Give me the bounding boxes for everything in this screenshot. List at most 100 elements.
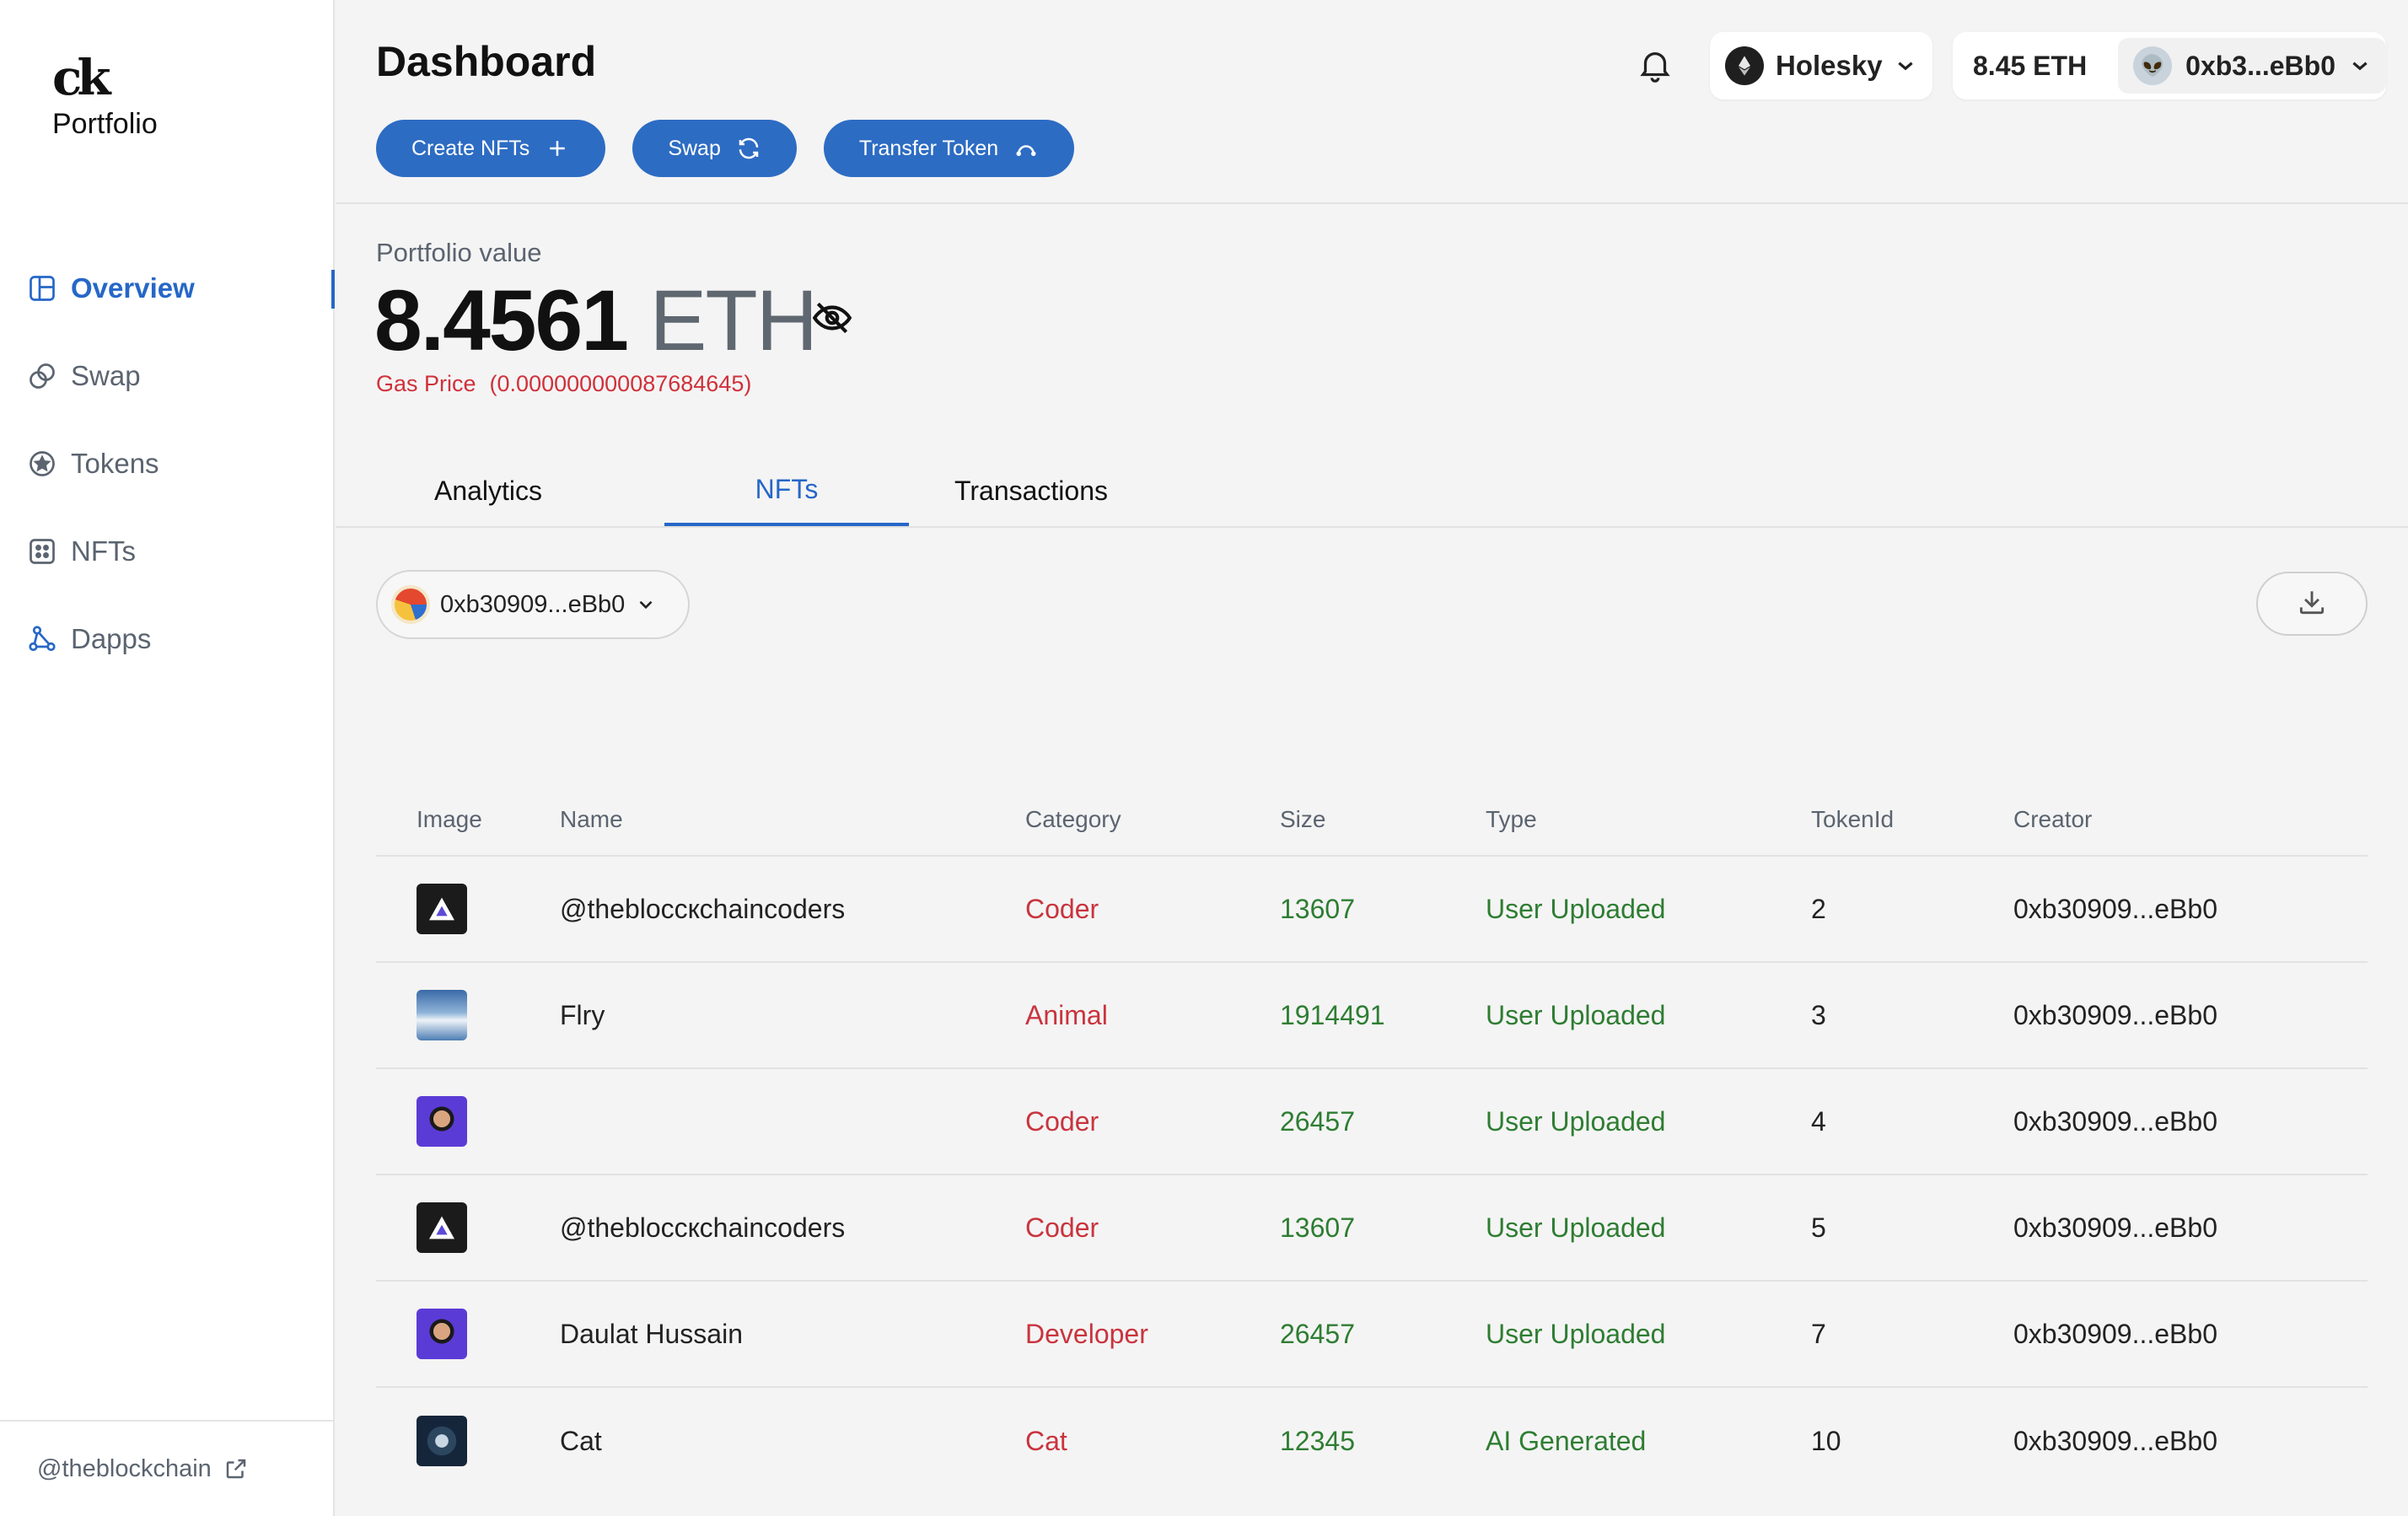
sidebar-item-nfts[interactable]: NFTs bbox=[0, 508, 335, 595]
grid-dots-icon bbox=[27, 536, 57, 567]
tab-analytics[interactable]: Analytics bbox=[336, 455, 664, 526]
column-header-size: Size bbox=[1280, 806, 1326, 832]
notification-bell-icon[interactable] bbox=[1636, 46, 1674, 84]
nft-token-id: 4 bbox=[1811, 1105, 1826, 1137]
tabs-divider bbox=[336, 526, 2408, 528]
nft-image-cell bbox=[376, 1202, 560, 1253]
nft-image-cell bbox=[376, 1416, 560, 1466]
nft-token-id: 5 bbox=[1811, 1212, 1826, 1243]
sidebar-item-tokens[interactable]: Tokens bbox=[0, 420, 335, 508]
column-header-tokenid: TokenId bbox=[1811, 806, 1895, 832]
nft-name: Cat bbox=[560, 1425, 602, 1456]
layout-icon bbox=[27, 273, 57, 304]
nft-creator: 0xb30909...eBb0 bbox=[2013, 1318, 2217, 1349]
chevron-down-icon bbox=[635, 594, 657, 616]
column-header-name: Name bbox=[560, 806, 623, 832]
nft-image-cell bbox=[376, 884, 560, 934]
network-selector[interactable]: Holesky bbox=[1710, 32, 1932, 99]
nft-thumbnail bbox=[417, 1416, 467, 1466]
sidebar-item-swap[interactable]: Swap bbox=[0, 332, 335, 420]
swap-button[interactable]: Swap bbox=[632, 120, 797, 177]
table-row[interactable]: @thebloccкchaincoders Coder 13607 User U… bbox=[376, 857, 2368, 963]
sidebar-item-label: Overview bbox=[71, 272, 195, 304]
nft-name: Flry bbox=[560, 999, 605, 1030]
sidebar-item-label: Swap bbox=[71, 360, 141, 391]
nft-token-id: 2 bbox=[1811, 893, 1826, 924]
brand-name: Portfolio bbox=[52, 108, 158, 140]
nft-category: Coder bbox=[1025, 893, 1099, 924]
download-icon bbox=[2296, 586, 2328, 622]
nft-category: Animal bbox=[1025, 999, 1108, 1030]
sidebar-footer-link[interactable]: @theblockchain bbox=[0, 1420, 335, 1516]
footer-link-label: @theblockchain bbox=[37, 1454, 212, 1482]
nft-creator: 0xb30909...eBb0 bbox=[2013, 893, 2217, 924]
ethereum-icon bbox=[1725, 46, 1764, 85]
gas-label: Gas Price bbox=[376, 371, 476, 396]
nft-category: Cat bbox=[1025, 1425, 1067, 1456]
tab-transactions[interactable]: Transactions bbox=[909, 455, 1153, 526]
nft-creator: 0xb30909...eBb0 bbox=[2013, 1425, 2217, 1456]
nft-category: Developer bbox=[1025, 1318, 1148, 1349]
nft-image-cell bbox=[376, 1096, 560, 1147]
tab-nfts[interactable]: NFTs bbox=[664, 455, 909, 526]
nft-creator: 0xb30909...eBb0 bbox=[2013, 999, 2217, 1030]
portfolio-amount: 8.4561 bbox=[374, 272, 629, 368]
table-row[interactable]: Flry Animal 1914491 User Uploaded 3 0xb3… bbox=[376, 963, 2368, 1069]
wallet-address-button[interactable]: 👽 0xb3...eBb0 bbox=[2118, 38, 2386, 94]
wallet-balance: 8.45 ETH bbox=[1973, 50, 2088, 81]
table-row[interactable]: Cat Cat 12345 AI Generated 10 0xb30909..… bbox=[376, 1388, 2368, 1494]
sidebar-item-label: Tokens bbox=[71, 448, 159, 479]
nft-type: User Uploaded bbox=[1486, 1318, 1666, 1349]
table-row[interactable]: Daulat Hussain Developer 26457 User Uplo… bbox=[376, 1282, 2368, 1388]
network-name: Holesky bbox=[1776, 50, 1883, 81]
address-filter-value: 0xb30909...eBb0 bbox=[440, 590, 626, 618]
nft-size: 13607 bbox=[1280, 1212, 1355, 1243]
nft-thumbnail bbox=[417, 1309, 467, 1359]
create-nfts-button[interactable]: Create NFTs bbox=[376, 120, 606, 177]
transfer-token-button[interactable]: Transfer Token bbox=[823, 120, 1075, 177]
column-header-category: Category bbox=[1025, 806, 1121, 832]
transfer-token-label: Transfer Token bbox=[858, 136, 999, 160]
tab-bar: Analytics NFTs Transactions bbox=[336, 455, 1153, 526]
alien-avatar-icon: 👽 bbox=[2133, 46, 2173, 85]
nft-size: 26457 bbox=[1280, 1318, 1355, 1349]
swap-label: Swap bbox=[668, 136, 721, 160]
network-icon bbox=[27, 624, 57, 654]
star-circle-icon bbox=[27, 449, 57, 479]
table-row[interactable]: Coder 26457 User Uploaded 4 0xb30909...e… bbox=[376, 1069, 2368, 1175]
nft-image-cell bbox=[376, 990, 560, 1040]
nft-token-id: 10 bbox=[1811, 1425, 1841, 1456]
nft-category: Coder bbox=[1025, 1105, 1099, 1137]
wallet-address: 0xb3...eBb0 bbox=[2185, 50, 2335, 81]
sidebar-item-overview[interactable]: Overview bbox=[0, 245, 335, 332]
nft-creator: 0xb30909...eBb0 bbox=[2013, 1212, 2217, 1243]
nft-size: 26457 bbox=[1280, 1105, 1355, 1137]
wallet-menu[interactable]: 8.45 ETH 👽 0xb3...eBb0 bbox=[1953, 32, 2386, 99]
action-buttons: Create NFTs Swap Transfer Token bbox=[376, 120, 1075, 177]
nft-type: AI Generated bbox=[1486, 1425, 1647, 1456]
chevron-down-icon bbox=[2349, 55, 2371, 77]
column-header-creator: Creator bbox=[2013, 806, 2093, 832]
nft-type: User Uploaded bbox=[1486, 1105, 1666, 1137]
gas-price: Gas Price (0.000000000087684645) bbox=[376, 371, 751, 397]
portfolio-value-label: Portfolio value bbox=[376, 238, 542, 267]
page-title: Dashboard bbox=[376, 38, 597, 85]
nft-token-id: 7 bbox=[1811, 1318, 1826, 1349]
nft-thumbnail bbox=[417, 884, 467, 934]
column-header-type: Type bbox=[1486, 806, 1537, 832]
nft-name: @thebloccкchaincoders bbox=[560, 893, 846, 924]
sidebar: ck Portfolio Overview Swap Tokens NFTs D… bbox=[0, 0, 335, 1516]
address-filter-dropdown[interactable]: 0xb30909...eBb0 bbox=[376, 570, 690, 639]
nft-type: User Uploaded bbox=[1486, 893, 1666, 924]
nft-thumbnail bbox=[417, 990, 467, 1040]
brand-logo[interactable]: ck bbox=[52, 49, 110, 106]
wallet-avatar-icon bbox=[391, 585, 430, 624]
nft-thumbnail bbox=[417, 1096, 467, 1147]
nft-name: Daulat Hussain bbox=[560, 1318, 743, 1349]
eye-off-icon[interactable] bbox=[811, 297, 853, 339]
download-button[interactable] bbox=[2256, 572, 2368, 636]
portfolio-unit: ETH bbox=[649, 272, 818, 368]
table-row[interactable]: @thebloccкchaincoders Coder 13607 User U… bbox=[376, 1175, 2368, 1282]
sidebar-item-dapps[interactable]: Dapps bbox=[0, 595, 335, 683]
nft-type: User Uploaded bbox=[1486, 1212, 1666, 1243]
